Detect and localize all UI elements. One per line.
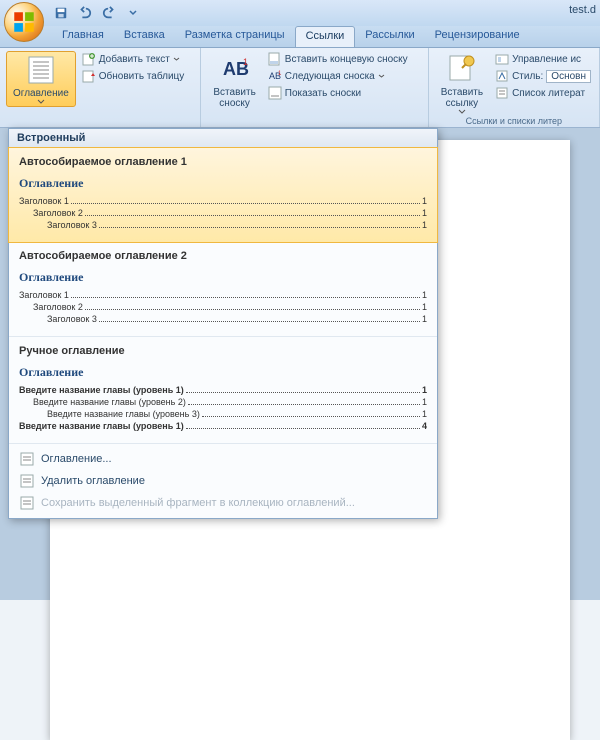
- toc-entry: Заголовок 11: [19, 290, 427, 300]
- tab-разметка страницы[interactable]: Разметка страницы: [175, 26, 295, 47]
- endnote-label: Вставить концевую сноску: [285, 54, 408, 65]
- tab-главная[interactable]: Главная: [52, 26, 114, 47]
- office-logo-icon: [11, 9, 37, 35]
- next-footnote-label: Следующая сноска: [285, 71, 375, 82]
- add-text-icon: [82, 52, 96, 66]
- next-footnote-button[interactable]: AB1 Следующая сноска: [266, 68, 410, 84]
- update-icon: [82, 69, 96, 83]
- tab-ссылки[interactable]: Ссылки: [295, 26, 356, 47]
- style-label: Стиль:: [512, 71, 543, 82]
- bibliography-button[interactable]: Список литерат: [493, 85, 593, 101]
- toc-icon: [19, 451, 35, 467]
- toc-builtin-header: Встроенный: [9, 129, 437, 148]
- document-title: test.d: [561, 4, 596, 16]
- toc-gallery-item[interactable]: Автособираемое оглавление 2 Оглавление Заг…: [9, 242, 437, 337]
- show-notes-icon: [268, 86, 282, 100]
- undo-icon: [78, 6, 92, 20]
- remove-icon: [19, 473, 35, 489]
- style-dropdown[interactable]: Стиль: Основн: [493, 68, 593, 84]
- add-text-button[interactable]: Добавить текст: [80, 51, 187, 67]
- toc-menu-toc[interactable]: Оглавление...: [15, 448, 431, 470]
- menu-label: Оглавление...: [41, 453, 112, 465]
- bibliography-icon: [495, 86, 509, 100]
- insert-endnote-button[interactable]: Вставить концевую сноску: [266, 51, 410, 67]
- chevron-down-icon: [129, 9, 137, 17]
- tab-вставка[interactable]: Вставка: [114, 26, 175, 47]
- insert-footnote-button[interactable]: AB1 Вставить сноску: [207, 51, 261, 111]
- style-value: Основн: [546, 70, 591, 83]
- toc-item-title: Автособираемое оглавление 1: [19, 156, 427, 168]
- save-icon: [19, 495, 35, 511]
- manage-sources-button[interactable]: Управление ис: [493, 51, 593, 67]
- manage-sources-label: Управление ис: [512, 54, 581, 65]
- insert-citation-button[interactable]: Вставить ссылку: [435, 51, 489, 116]
- group-footnote: AB1 Вставить сноску Вставить концевую сн…: [201, 48, 428, 127]
- qat-customize[interactable]: [124, 4, 142, 22]
- toc-entry: Введите название главы (уровень 2)1: [19, 397, 427, 407]
- redo-icon: [102, 6, 116, 20]
- insert-footnote-label: Вставить сноску: [213, 87, 255, 109]
- bibliography-label: Список литерат: [512, 88, 585, 99]
- toc-entry: Введите название главы (уровень 1)4: [19, 421, 427, 431]
- toc-gallery-item[interactable]: Автособираемое оглавление 1 Оглавление Заг…: [8, 147, 438, 243]
- svg-text:1: 1: [243, 57, 248, 67]
- toc-entry: Заголовок 21: [19, 302, 427, 312]
- group-toc: Оглавление Добавить текст Обновить табли…: [0, 48, 201, 127]
- ribbon: Оглавление Добавить текст Обновить табли…: [0, 48, 600, 128]
- show-footnotes-label: Показать сноски: [285, 88, 361, 99]
- toc-preview-title: Оглавление: [19, 176, 427, 191]
- add-text-label: Добавить текст: [99, 54, 170, 65]
- ribbon-tabs: ГлавнаяВставкаРазметка страницыСсылкиРас…: [0, 26, 600, 48]
- undo-button[interactable]: [76, 4, 94, 22]
- insert-citation-label: Вставить ссылку: [441, 87, 483, 109]
- chevron-down-icon: [378, 74, 385, 78]
- chevron-down-icon: [458, 109, 466, 114]
- office-button[interactable]: [4, 2, 44, 42]
- redo-button[interactable]: [100, 4, 118, 22]
- tab-рассылки[interactable]: Рассылки: [355, 26, 424, 47]
- toc-icon: [25, 54, 57, 86]
- group-citation: Вставить ссылку Управление ис Стиль: Осн…: [429, 48, 600, 127]
- toc-preview-title: Оглавление: [19, 365, 427, 380]
- show-footnotes-button[interactable]: Показать сноски: [266, 85, 410, 101]
- toc-gallery-item[interactable]: Ручное оглавление Оглавление Введите назва…: [9, 337, 437, 444]
- titlebar: test.d: [0, 0, 600, 26]
- save-icon: [54, 6, 68, 20]
- group-label-citation: Ссылки и списки литер: [429, 116, 599, 126]
- toc-preview-title: Оглавление: [19, 270, 427, 285]
- next-footnote-icon: AB1: [268, 69, 282, 83]
- update-table-button[interactable]: Обновить таблицу: [80, 68, 187, 84]
- endnote-icon: [268, 52, 282, 66]
- toc-button[interactable]: Оглавление: [6, 51, 76, 107]
- toc-entry: Введите название главы (уровень 3)1: [19, 409, 427, 419]
- tab-рецензирование[interactable]: Рецензирование: [425, 26, 530, 47]
- toc-button-label: Оглавление: [13, 88, 69, 99]
- menu-label: Удалить оглавление: [41, 475, 145, 487]
- toc-entry: Введите название главы (уровень 1)1: [19, 385, 427, 395]
- toc-entry: Заголовок 31: [19, 220, 427, 230]
- toc-entry: Заголовок 31: [19, 314, 427, 324]
- chevron-down-icon: [173, 57, 180, 61]
- toc-item-title: Ручное оглавление: [19, 345, 427, 357]
- save-button[interactable]: [52, 4, 70, 22]
- toc-menu-save: Сохранить выделенный фрагмент в коллекци…: [15, 492, 431, 514]
- svg-text:1: 1: [278, 71, 282, 77]
- menu-label: Сохранить выделенный фрагмент в коллекци…: [41, 497, 355, 509]
- citation-icon: [446, 53, 478, 85]
- toc-menu: Оглавление... Удалить оглавление Сохранить…: [9, 444, 437, 518]
- footnote-icon: AB1: [219, 53, 251, 85]
- toc-item-title: Автособираемое оглавление 2: [19, 250, 427, 262]
- update-table-label: Обновить таблицу: [99, 71, 185, 82]
- toc-entry: Заголовок 21: [19, 208, 427, 218]
- quick-access-toolbar: [52, 4, 142, 22]
- style-icon: [495, 69, 509, 83]
- chevron-down-icon: [37, 99, 45, 104]
- toc-menu-remove[interactable]: Удалить оглавление: [15, 470, 431, 492]
- toc-gallery-dropdown: Встроенный Автособираемое оглавление 1 Ог…: [8, 128, 438, 519]
- toc-entry: Заголовок 11: [19, 196, 427, 206]
- manage-sources-icon: [495, 52, 509, 66]
